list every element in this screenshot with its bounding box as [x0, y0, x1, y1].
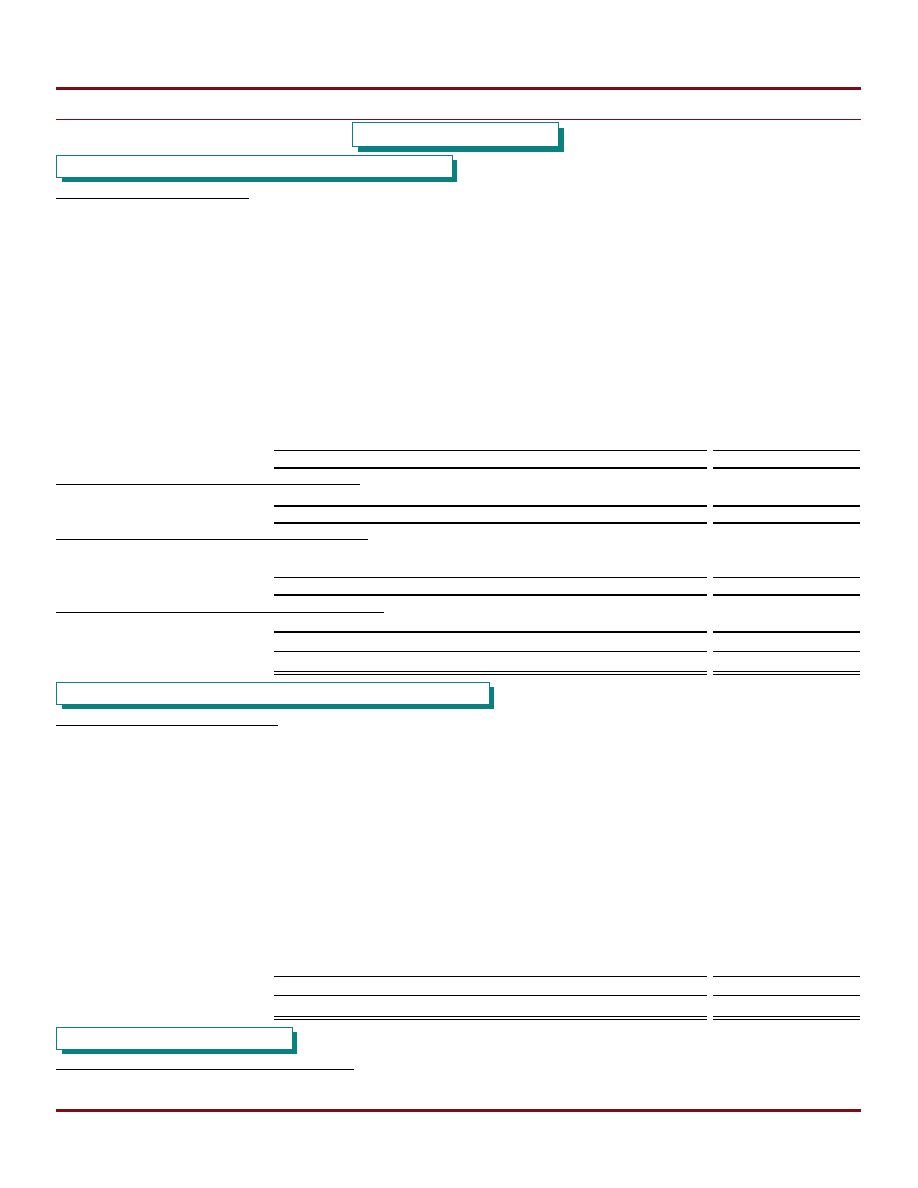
subheading-underline [56, 539, 368, 540]
table-2-total-rule [274, 1016, 707, 1020]
table-1-rule [713, 577, 860, 578]
section-2-box [56, 682, 490, 705]
table-1-rule [274, 594, 707, 596]
table-1-rule [713, 651, 860, 652]
subheading-underline [56, 612, 384, 613]
table-1-rule [713, 522, 860, 524]
table-1-rule [713, 594, 860, 596]
table-1-total-rule [713, 671, 860, 675]
table-1-rule [274, 577, 707, 578]
table-2-rule [713, 995, 860, 996]
table-1-rule [713, 450, 860, 451]
header-rule-thin [56, 119, 861, 120]
section-3-box [56, 1027, 293, 1050]
table-2-rule [713, 976, 860, 977]
table-1-rule [274, 522, 707, 524]
table-1-rule [274, 467, 707, 469]
table-1-rule [274, 631, 707, 633]
footer-rule [56, 1109, 861, 1112]
table-2-total-rule [713, 1016, 860, 1020]
table-1-rule [713, 631, 860, 633]
table-2-rule [274, 995, 707, 996]
table-1-rule [713, 505, 860, 507]
section-2-subheading-underline [56, 725, 278, 726]
table-1-rule [274, 505, 707, 507]
subheading-underline [56, 484, 360, 485]
table-1-total-rule [274, 671, 707, 675]
section-1-subheading-underline [56, 198, 249, 199]
table-1-rule [274, 651, 707, 652]
header-rule-thick [56, 87, 861, 90]
table-1-rule [274, 450, 707, 451]
title-box [352, 122, 559, 147]
section-1-box [56, 155, 453, 178]
table-1-rule [713, 467, 860, 469]
section-3-subheading-underline [56, 1069, 354, 1070]
table-2-rule [274, 976, 707, 977]
